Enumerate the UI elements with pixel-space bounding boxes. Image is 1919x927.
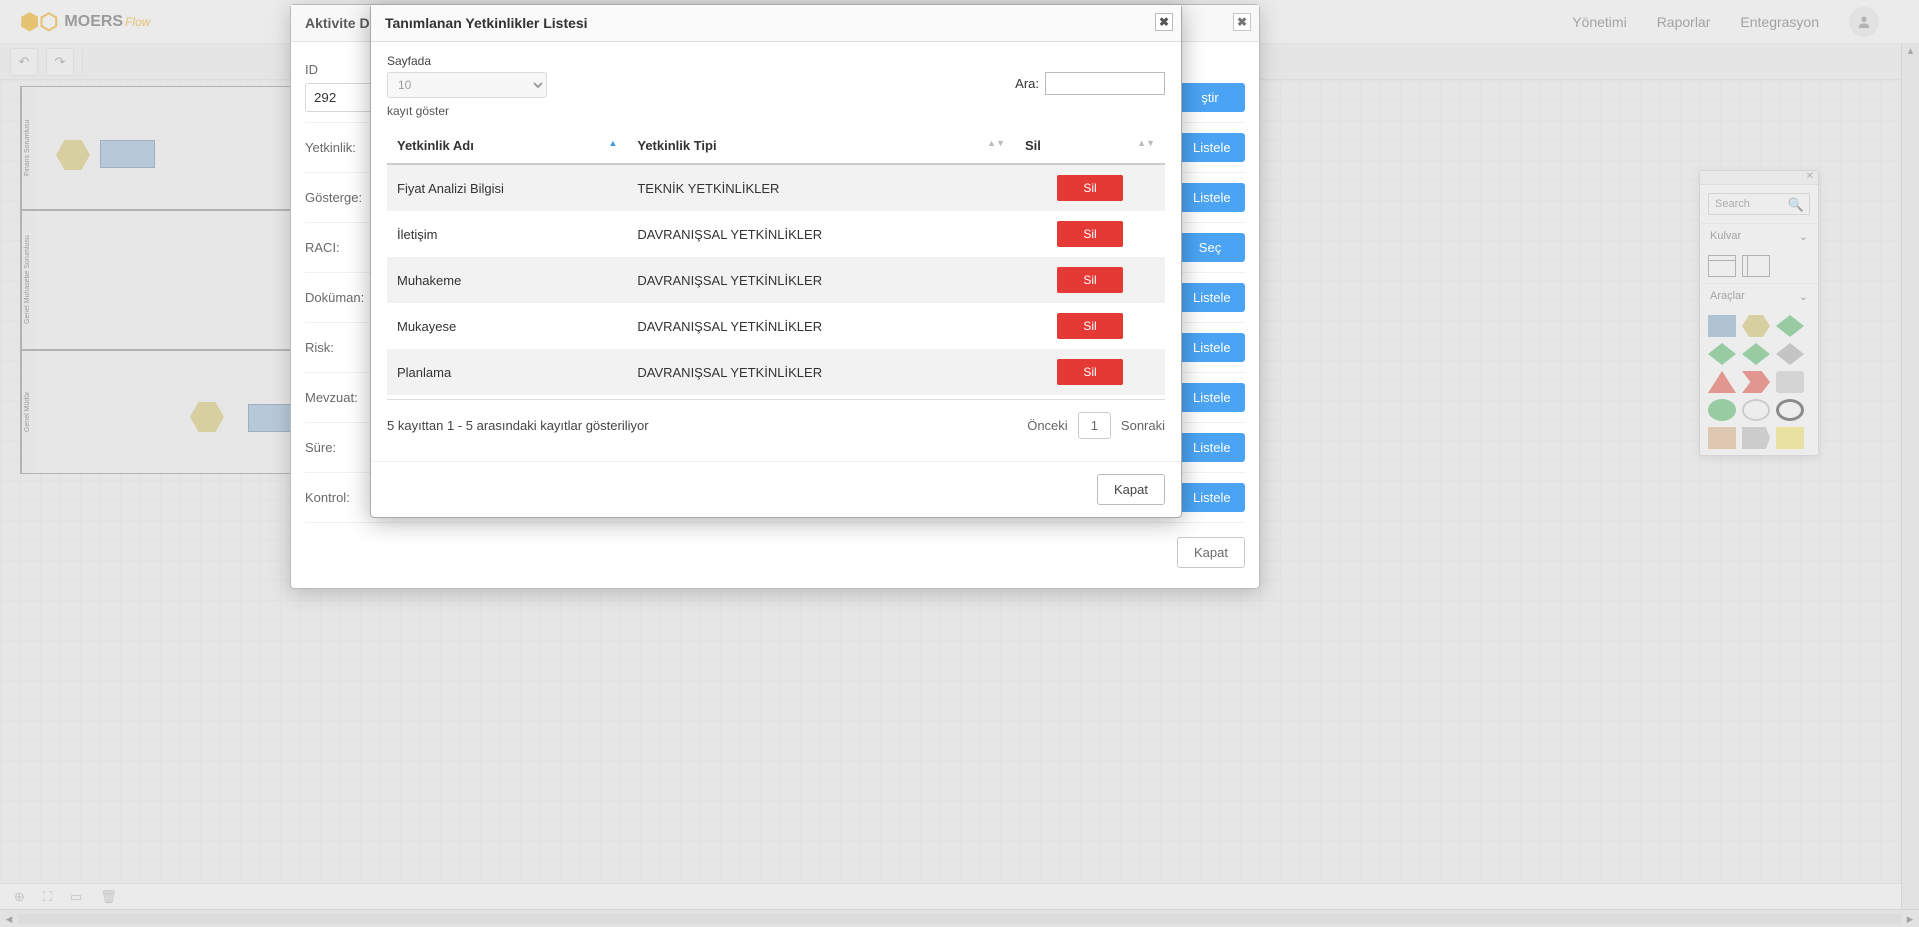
competency-modal-close-icon[interactable]: ✖: [1155, 13, 1173, 31]
cell-delete: Sil: [1015, 349, 1165, 395]
col-delete-header[interactable]: Sil ▲▼: [1015, 128, 1165, 164]
table-row: MukayeseDAVRANIŞSAL YETKİNLİKLER Sil: [387, 303, 1165, 349]
search-input[interactable]: [1045, 72, 1165, 95]
cell-type: DAVRANIŞSAL YETKİNLİKLER: [627, 349, 1015, 395]
delete-button[interactable]: Sil: [1057, 221, 1122, 247]
prev-page[interactable]: Önceki: [1027, 418, 1067, 433]
table-row: İletişimDAVRANIŞSAL YETKİNLİKLER Sil: [387, 211, 1165, 257]
page-size-select[interactable]: 10: [387, 72, 547, 98]
records-hint: kayıt göster: [387, 104, 1165, 118]
cell-type: DAVRANIŞSAL YETKİNLİKLER: [627, 303, 1015, 349]
delete-button[interactable]: Sil: [1057, 267, 1122, 293]
sort-icon: ▲▼: [1137, 138, 1155, 148]
pagination: Önceki 1 Sonraki: [1027, 412, 1165, 439]
next-page[interactable]: Sonraki: [1121, 418, 1165, 433]
cell-name: İletişim: [387, 211, 627, 257]
competency-modal-title: Tanımlanan Yetkinlikler Listesi: [385, 15, 588, 31]
cell-delete: Sil: [1015, 164, 1165, 211]
page-size-label: Sayfada: [387, 54, 547, 68]
cell-delete: Sil: [1015, 211, 1165, 257]
cell-type: TEKNİK YETKİNLİKLER: [627, 164, 1015, 211]
table-row: MuhakemeDAVRANIŞSAL YETKİNLİKLER Sil: [387, 257, 1165, 303]
competency-list-modal: Tanımlanan Yetkinlikler Listesi ✖ Sayfad…: [370, 4, 1182, 518]
sort-asc-icon: ▲: [608, 138, 617, 148]
table-info: 5 kayıttan 1 - 5 arasındaki kayıtlar gös…: [387, 418, 649, 433]
cell-name: Muhakeme: [387, 257, 627, 303]
delete-button[interactable]: Sil: [1057, 359, 1122, 385]
cell-delete: Sil: [1015, 303, 1165, 349]
cell-type: DAVRANIŞSAL YETKİNLİKLER: [627, 257, 1015, 303]
competency-table: Yetkinlik Adı ▲ Yetkinlik Tipi ▲▼ Sil ▲▼…: [387, 128, 1165, 395]
cell-name: Planlama: [387, 349, 627, 395]
delete-button[interactable]: Sil: [1057, 175, 1122, 201]
competency-modal-header: Tanımlanan Yetkinlikler Listesi ✖: [371, 5, 1181, 42]
delete-button[interactable]: Sil: [1057, 313, 1122, 339]
competency-modal-body: Sayfada 10 Ara: kayıt göster Yetkinlik A…: [371, 42, 1181, 461]
table-row: PlanlamaDAVRANIŞSAL YETKİNLİKLER Sil: [387, 349, 1165, 395]
cell-delete: Sil: [1015, 257, 1165, 303]
cell-type: DAVRANIŞSAL YETKİNLİKLER: [627, 211, 1015, 257]
cell-name: Fiyat Analizi Bilgisi: [387, 164, 627, 211]
col-name-header[interactable]: Yetkinlik Adı ▲: [387, 128, 627, 164]
page-number[interactable]: 1: [1078, 412, 1111, 439]
search-label: Ara:: [1015, 76, 1039, 91]
table-row: Fiyat Analizi BilgisiTEKNİK YETKİNLİKLER…: [387, 164, 1165, 211]
col-type-header[interactable]: Yetkinlik Tipi ▲▼: [627, 128, 1015, 164]
sort-icon: ▲▼: [987, 138, 1005, 148]
cell-name: Mukayese: [387, 303, 627, 349]
competency-close-button[interactable]: Kapat: [1097, 474, 1165, 505]
